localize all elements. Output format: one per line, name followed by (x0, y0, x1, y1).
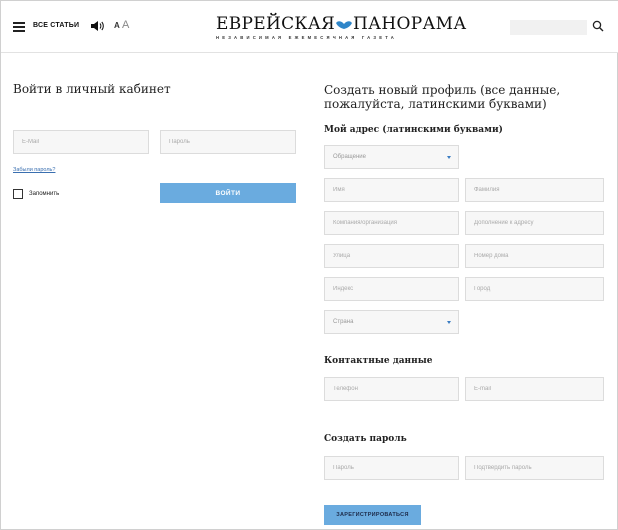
login-title: Войти в личный кабинет (13, 82, 171, 96)
register-button[interactable]: ЗАРЕГИСТРИРОВАТЬСЯ (324, 505, 421, 525)
hamburger-menu-icon[interactable] (13, 22, 25, 32)
address-section-title: Мой адрес (латинскими буквами) (324, 125, 503, 135)
logo-right-word: ПАНОРАМА (353, 14, 467, 34)
street-input[interactable] (324, 244, 459, 268)
first-name-input[interactable] (324, 178, 459, 202)
contact-email-input[interactable] (465, 377, 604, 401)
login-password-input[interactable] (160, 130, 296, 154)
zip-input[interactable] (324, 277, 459, 301)
salutation-select[interactable]: Обращение (324, 145, 459, 169)
register-password-input[interactable] (324, 456, 459, 480)
font-small-label[interactable]: А (114, 21, 120, 30)
remember-checkbox[interactable] (13, 189, 23, 199)
login-button[interactable]: ВОЙТИ (160, 183, 296, 203)
house-number-input[interactable] (465, 244, 604, 268)
logo-heart-icon (336, 20, 353, 29)
confirm-password-input[interactable] (465, 456, 604, 480)
country-value: Страна (333, 319, 354, 325)
font-big-label[interactable]: А (122, 19, 129, 31)
site-header: ВСЕ СТАТЬИ А А ЕВРЕЙСКАЯ ПАНОРАМА НЕЗАВИС… (1, 1, 618, 53)
logo-title: ЕВРЕЙСКАЯ ПАНОРАМА (216, 14, 466, 34)
contact-section-title: Контактные данные (324, 356, 433, 366)
register-title: Создать новый профиль (все данные, пожал… (324, 83, 561, 111)
forgot-password-link[interactable]: Забыли пароль? (13, 167, 55, 173)
address-extra-input[interactable] (465, 211, 604, 235)
company-input[interactable] (324, 211, 459, 235)
password-section-title: Создать пароль (324, 434, 407, 444)
search-input[interactable] (510, 20, 587, 35)
site-logo[interactable]: ЕВРЕЙСКАЯ ПАНОРАМА НЕЗАВИСИМАЯ ЕЖЕМЕСЯЧНА… (216, 14, 466, 45)
all-articles-link[interactable]: ВСЕ СТАТЬИ (33, 22, 79, 29)
logo-left-word: ЕВРЕЙСКАЯ (216, 14, 336, 34)
speaker-icon[interactable] (90, 20, 104, 32)
chevron-down-icon (447, 156, 451, 159)
city-input[interactable] (465, 277, 604, 301)
phone-input[interactable] (324, 377, 459, 401)
country-select[interactable]: Страна (324, 310, 459, 334)
search-icon[interactable] (592, 20, 604, 32)
logo-subtitle: НЕЗАВИСИМАЯ ЕЖЕМЕСЯЧНАЯ ГАЗЕТА (216, 35, 397, 40)
chevron-down-icon (447, 321, 451, 324)
salutation-value: Обращение (333, 154, 366, 160)
login-email-input[interactable] (13, 130, 149, 154)
page: ВСЕ СТАТЬИ А А ЕВРЕЙСКАЯ ПАНОРАМА НЕЗАВИС… (0, 0, 618, 530)
remember-label: Запомнить (29, 191, 60, 197)
last-name-input[interactable] (465, 178, 604, 202)
font-size-toggle[interactable]: А А (114, 19, 129, 31)
